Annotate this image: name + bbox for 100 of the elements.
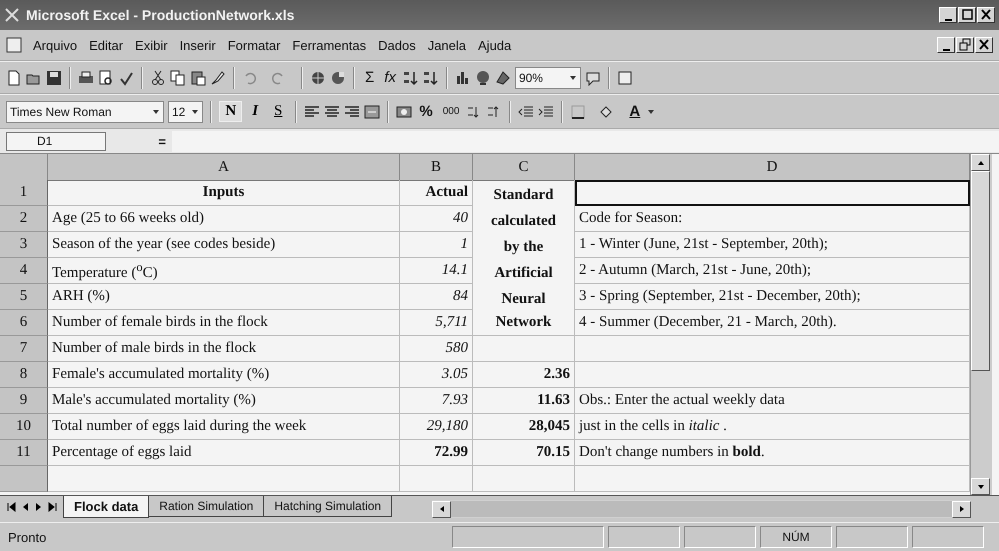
maximize-icon[interactable] — [961, 8, 973, 22]
table-cell: ARH (%) — [48, 284, 400, 310]
table-cell: Obs.: Enter the actual weekly data — [575, 388, 970, 414]
row-header[interactable]: 11 — [0, 440, 48, 466]
zoom-dropdown[interactable]: 90% — [514, 66, 581, 88]
sheet-tab[interactable]: Flock data — [63, 496, 150, 518]
close-icon[interactable] — [980, 8, 992, 22]
font-dropdown[interactable]: Times New Roman — [6, 100, 164, 122]
menu-item[interactable]: Ferramentas — [291, 36, 368, 54]
menu-item[interactable]: Ajuda — [477, 36, 512, 54]
copy-icon[interactable] — [170, 70, 186, 86]
formula-input-field[interactable] — [172, 130, 999, 152]
scroll-right-icon[interactable] — [958, 505, 966, 513]
table-cell: Temperature ($^{o}$C) — [48, 258, 400, 284]
maximize-button[interactable] — [958, 7, 976, 23]
row-header[interactable]: 2 — [0, 206, 48, 232]
menu-item[interactable]: Inserir — [178, 36, 217, 54]
sort-descending-icon[interactable] — [422, 70, 439, 86]
row-header[interactable]: 4 — [0, 258, 48, 284]
paste-icon[interactable] — [190, 70, 206, 86]
column-header[interactable]: B — [400, 154, 473, 181]
decrease-indent-icon[interactable] — [518, 104, 534, 120]
table-cell: Actual — [400, 180, 473, 206]
align-left-icon[interactable] — [304, 104, 320, 120]
minimize-button[interactable] — [939, 7, 957, 23]
menu-item[interactable]: Dados — [377, 36, 417, 54]
menu-item[interactable]: Arquivo — [32, 36, 78, 54]
formula-equals-button[interactable]: = — [106, 134, 172, 148]
last-sheet-icon[interactable] — [48, 502, 58, 512]
close-button[interactable] — [975, 37, 993, 53]
row-header[interactable]: 8 — [0, 362, 48, 388]
table-cell: Inputs — [48, 180, 400, 206]
underline-button[interactable]: S — [268, 101, 288, 122]
horizontal-scrollbar[interactable] — [432, 500, 971, 518]
align-right-icon[interactable] — [344, 104, 360, 120]
row-header[interactable]: 3 — [0, 232, 48, 258]
chart-icon[interactable] — [454, 70, 471, 86]
row-header[interactable]: 10 — [0, 414, 48, 440]
spellcheck-icon[interactable] — [118, 70, 134, 86]
table-cell: Male's accumulated mortality (%) — [48, 388, 400, 414]
row-header[interactable]: 7 — [0, 336, 48, 362]
table-cell: 70.15 — [473, 440, 575, 466]
menu-item[interactable]: Janela — [426, 36, 468, 54]
column-header[interactable]: A — [48, 154, 400, 181]
sheet-tab[interactable]: Hatching Simulation — [263, 496, 392, 517]
percent-button[interactable]: % — [416, 103, 436, 120]
increase-indent-icon[interactable] — [538, 104, 554, 120]
function-button[interactable]: fx — [381, 69, 399, 86]
italic-button[interactable]: I — [246, 101, 264, 122]
workbook-icon[interactable] — [6, 37, 22, 53]
table-cell: 40 — [400, 206, 473, 232]
restore-button[interactable] — [956, 37, 974, 53]
table-cell: Total number of eggs laid during the week — [48, 414, 400, 440]
table-cell: Don't change numbers in bold. — [575, 440, 970, 466]
merge-center-icon[interactable] — [364, 104, 380, 120]
hyperlink-globe-icon[interactable] — [310, 70, 326, 86]
print-icon[interactable] — [78, 70, 94, 86]
row-header[interactable] — [0, 466, 48, 492]
scroll-left-icon[interactable] — [438, 505, 446, 513]
sort-ascending-icon[interactable] — [402, 70, 419, 86]
menu-item[interactable]: Exibir — [134, 36, 169, 54]
drawing-icon[interactable] — [494, 70, 511, 86]
table-cell: Neural — [473, 284, 575, 310]
table-cell: 14.1 — [400, 258, 473, 284]
font-color-button[interactable]: A — [626, 103, 644, 120]
close-icon[interactable] — [978, 38, 990, 52]
table-cell: 3 - Spring (September, 21st - December, 20th); — [575, 284, 970, 310]
table-cell: calculated — [473, 206, 575, 232]
menu-item[interactable]: Formatar — [226, 36, 282, 54]
currency-icon[interactable] — [396, 104, 412, 120]
align-center-icon[interactable] — [324, 104, 340, 120]
row-header[interactable]: 1 — [0, 180, 48, 206]
scroll-up-icon[interactable] — [976, 158, 984, 166]
row-header[interactable]: 5 — [0, 284, 48, 310]
row-header[interactable]: 9 — [0, 388, 48, 414]
print-preview-icon[interactable] — [98, 70, 114, 86]
table-cell: 29,180 — [400, 414, 473, 440]
column-header[interactable]: C — [473, 154, 575, 181]
name-box[interactable]: D1 — [6, 132, 106, 150]
thousands-button[interactable]: 000 — [440, 106, 462, 117]
close-button[interactable] — [977, 7, 995, 23]
status-panel — [836, 526, 908, 548]
scroll-down-icon[interactable] — [976, 482, 984, 490]
save-icon[interactable] — [46, 70, 62, 86]
first-sheet-icon[interactable] — [6, 502, 16, 512]
font-size-dropdown[interactable]: 12 — [168, 100, 204, 122]
autosum-button[interactable]: Σ — [362, 69, 378, 86]
minimize-button[interactable] — [937, 37, 955, 53]
help-icon[interactable] — [584, 70, 601, 86]
menu-item[interactable]: Editar — [88, 36, 124, 54]
brush-icon[interactable] — [210, 70, 226, 86]
bold-button[interactable]: N — [219, 101, 242, 122]
map-globe-icon[interactable] — [474, 70, 491, 86]
cut-icon[interactable] — [150, 70, 166, 86]
new-document-icon[interactable] — [6, 70, 22, 86]
vertical-scrollbar[interactable] — [970, 154, 992, 495]
excel-logo-icon[interactable] — [4, 7, 20, 23]
restore-icon[interactable] — [959, 38, 971, 52]
column-header[interactable]: D — [575, 154, 970, 181]
row-header[interactable]: 6 — [0, 310, 48, 336]
